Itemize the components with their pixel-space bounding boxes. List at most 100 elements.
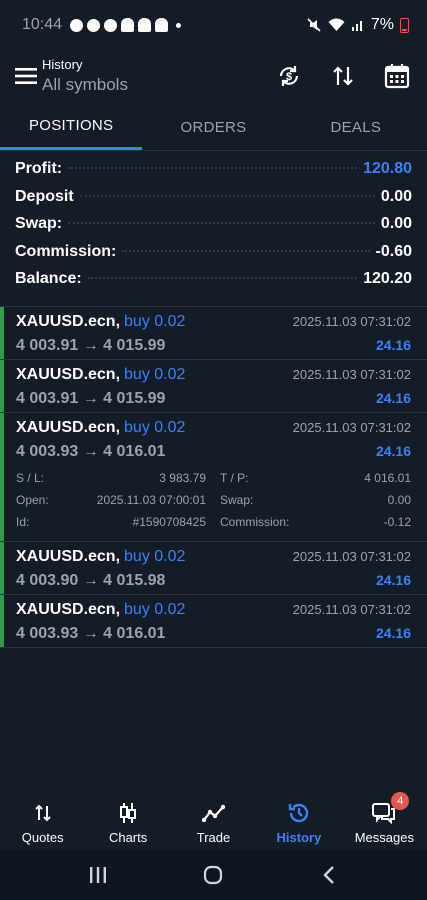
buy-indicator	[0, 542, 4, 594]
position-time: 2025.11.03 07:31:02	[292, 549, 411, 564]
position-side: buy 0.02	[124, 366, 186, 383]
position-profit: 24.16	[375, 572, 411, 588]
facebook-icon	[104, 18, 118, 32]
tab-deals[interactable]: DEALS	[285, 104, 427, 150]
summary-label: Commission:	[15, 242, 117, 260]
status-time: 10:44	[22, 16, 63, 33]
back-button[interactable]	[309, 855, 349, 895]
nav-history[interactable]: History	[256, 795, 341, 850]
position-item-expanded[interactable]: XAUUSD.ecn, buy 0.02 2025.11.03 07:31:02 …	[0, 413, 427, 542]
detail-value: -0.12	[383, 515, 411, 529]
calendar-button[interactable]	[377, 56, 417, 96]
summary-label: Profit:	[15, 160, 63, 177]
back-icon	[323, 866, 334, 884]
more-notifications-icon	[176, 22, 182, 28]
position-symbol: XAUUSD.ecn,	[16, 313, 121, 330]
snapchat-icon	[155, 18, 169, 32]
symbol-filter[interactable]: All symbols	[42, 75, 128, 95]
currency-refresh-button[interactable]: $	[269, 56, 309, 96]
arrows-updown-icon	[33, 801, 53, 825]
summary-label: Balance:	[15, 270, 82, 287]
currency-refresh-icon: $	[279, 66, 299, 86]
position-profit: 24.16	[375, 337, 411, 353]
position-time: 2025.11.03 07:31:02	[292, 367, 411, 382]
summary-row-swap: Swap: 0.00	[15, 215, 412, 243]
position-prices: 4 003.91 → 4 015.99	[16, 390, 166, 407]
tab-orders[interactable]: ORDERS	[142, 104, 284, 150]
position-time: 2025.11.03 07:31:02	[292, 420, 411, 435]
buy-indicator	[0, 307, 4, 359]
position-item[interactable]: XAUUSD.ecn, buy 0.02 2025.11.03 07:31:02 …	[0, 307, 427, 360]
nav-messages[interactable]: 4 Messages	[342, 792, 427, 850]
system-nav-bar	[0, 850, 427, 900]
summary-row-balance: Balance: 120.20	[15, 270, 412, 298]
home-icon	[204, 865, 223, 885]
detail-value: 3 983.79	[159, 471, 206, 485]
nav-label: Charts	[108, 830, 148, 845]
menu-button[interactable]	[6, 56, 46, 96]
messages-badge: 4	[391, 792, 410, 810]
facebook-icon	[70, 18, 84, 32]
header-titles: History All symbols	[42, 57, 128, 95]
position-item[interactable]: XAUUSD.ecn, buy 0.02 2025.11.03 07:31:02 …	[0, 360, 427, 413]
nav-label: Messages	[354, 830, 414, 845]
recents-button[interactable]	[78, 855, 118, 895]
mute-icon	[307, 18, 321, 32]
notification-icons	[70, 18, 182, 32]
snapchat-icon	[121, 18, 135, 32]
position-details: S / L: 3 983.79 T / P: 4 016.01 Open: 2025.…	[16, 465, 411, 541]
sort-button[interactable]	[323, 56, 363, 96]
position-item[interactable]: XAUUSD.ecn, buy 0.02 2025.11.03 07:31:02 …	[0, 542, 427, 595]
detail-value: 4 016.01	[364, 471, 411, 485]
nav-label: History	[276, 830, 322, 845]
nav-quotes[interactable]: Quotes	[0, 795, 85, 850]
position-symbol: XAUUSD.ecn,	[16, 419, 121, 436]
detail-label: Id:	[16, 515, 30, 529]
buy-indicator	[0, 595, 4, 647]
summary-panel: Profit: 120.80 Deposit 0.00 Swap: 0.00 C…	[0, 160, 427, 298]
position-symbol: XAUUSD.ecn,	[16, 601, 121, 618]
tab-positions[interactable]: POSITIONS	[0, 104, 143, 150]
detail-value: 0.00	[387, 493, 411, 507]
nav-charts[interactable]: Charts	[85, 795, 170, 850]
position-item[interactable]: XAUUSD.ecn, buy 0.02 2025.11.03 07:31:02 …	[0, 595, 427, 648]
nav-trade[interactable]: Trade	[171, 795, 256, 850]
buy-indicator	[0, 413, 4, 541]
position-prices: 4 003.93 → 4 016.01	[16, 443, 166, 460]
buy-indicator	[0, 360, 4, 412]
detail-label: Commission:	[220, 515, 290, 529]
position-side: buy 0.02	[124, 419, 186, 436]
position-profit: 24.16	[375, 625, 411, 641]
candles-icon	[118, 801, 138, 825]
summary-value: -0.60	[375, 242, 412, 260]
summary-value: 0.00	[380, 215, 412, 232]
tab-divider	[0, 150, 427, 151]
history-icon	[287, 801, 311, 825]
bottom-nav: Quotes Charts Trade History 4 Messages	[0, 792, 427, 850]
position-side: buy 0.02	[124, 548, 186, 565]
sort-arrows-icon	[333, 66, 353, 86]
detail-label: T / P:	[220, 471, 249, 485]
status-bar: 10:44 7%	[0, 0, 427, 50]
position-prices: 4 003.93 → 4 016.01	[16, 625, 166, 642]
summary-label: Swap:	[15, 215, 63, 232]
position-time: 2025.11.03 07:31:02	[292, 602, 411, 617]
detail-value: #1590708425	[132, 515, 206, 529]
position-time: 2025.11.03 07:31:02	[292, 314, 411, 329]
summary-row-profit: Profit: 120.80	[15, 160, 412, 188]
top-bar: History All symbols $	[0, 50, 427, 102]
svg-text:$: $	[286, 71, 292, 83]
position-symbol: XAUUSD.ecn,	[16, 366, 121, 383]
detail-value: 2025.11.03 07:00:01	[96, 493, 206, 507]
snapchat-icon	[138, 18, 152, 32]
summary-label: Deposit	[15, 187, 74, 205]
tab-bar: POSITIONS ORDERS DEALS	[0, 104, 427, 150]
position-side: buy 0.02	[124, 313, 186, 330]
page-title: History	[42, 57, 83, 72]
home-button[interactable]	[193, 855, 233, 895]
detail-label: S / L:	[16, 471, 45, 485]
hamburger-icon	[15, 68, 37, 84]
trade-line-icon	[201, 801, 226, 825]
detail-label: Open:	[16, 493, 49, 507]
facebook-icon	[87, 18, 101, 32]
